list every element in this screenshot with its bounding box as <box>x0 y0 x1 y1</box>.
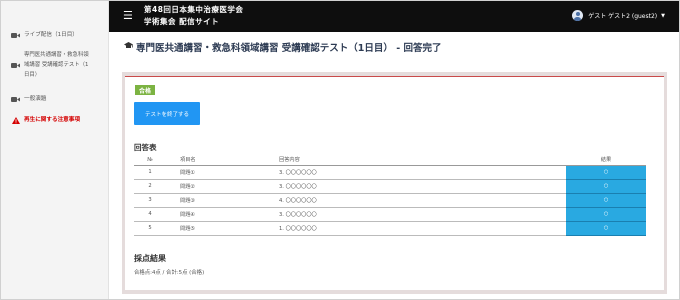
site-title-line: 学術集会 配信サイト <box>144 17 220 26</box>
row-number: 3 <box>134 193 166 208</box>
row-number: 1 <box>134 165 166 180</box>
sidebar-item-label: 再生に関する注意事項 <box>24 117 80 123</box>
result-cell: ○ <box>566 221 646 236</box>
answers-table: № 項目名 回答内容 結果 1 問題① 3. 〇〇〇〇〇〇 ○ 2 問題② 3.… <box>134 155 646 236</box>
column-header: № <box>134 155 166 166</box>
score-title: 採点結果 <box>134 254 166 263</box>
result-cell: ○ <box>566 165 646 180</box>
table-row: 2 問題② 3. 〇〇〇〇〇〇 ○ <box>134 179 646 194</box>
video-camera-icon <box>11 31 20 40</box>
column-header: 回答内容 <box>246 155 566 166</box>
answer-content: 3. 〇〇〇〇〇〇 <box>246 207 566 222</box>
site-title-line: 第48回日本集中治療医学会 <box>144 5 244 14</box>
user-menu[interactable]: ゲスト ゲスト2 (guest2) ▼ <box>572 10 665 21</box>
question-name: 問題② <box>166 179 246 194</box>
sidebar-item-label: ライブ配信（1日目） <box>24 32 78 38</box>
user-name: ゲスト ゲスト2 (guest2) <box>588 13 658 20</box>
menu-icon[interactable]: ☰ <box>123 10 133 22</box>
row-number: 2 <box>134 179 166 194</box>
table-row: 4 問題④ 3. 〇〇〇〇〇〇 ○ <box>134 207 646 222</box>
score-text: 合格点:4点 / 合計:5点 (合格) <box>134 270 205 276</box>
video-camera-icon <box>11 61 20 70</box>
sidebar-item-live[interactable]: ライブ配信（1日目） <box>11 31 78 40</box>
video-camera-icon <box>11 95 20 104</box>
column-header: 項目名 <box>166 155 246 166</box>
sidebar-item-label: 一般演題 <box>24 96 47 102</box>
page-title: 専門医共通講習・救急科領域講習 受講確認テスト（1日目） - 回答完了 <box>124 40 441 54</box>
question-name: 問題⑤ <box>166 221 246 236</box>
result-cell: ○ <box>566 207 646 222</box>
page-title-text: 専門医共通講習・救急科領域講習 受講確認テスト（1日目） - 回答完了 <box>136 43 442 54</box>
result-card: 合格 テストを終了する 回答表 № 項目名 回答内容 結果 1 問題① 3. 〇… <box>125 76 664 290</box>
sidebar-item-label: 日目） <box>24 72 41 78</box>
finish-test-button[interactable]: テストを終了する <box>134 102 200 125</box>
pass-badge: 合格 <box>135 85 155 95</box>
site-title[interactable]: 第48回日本集中治療医学会 学術集会 配信サイト <box>144 4 243 28</box>
sidebar-item-course[interactable]: 専門医共通講習・救急科領 域講習 受講確認テスト（1 日目） <box>24 50 104 80</box>
row-number: 4 <box>134 207 166 222</box>
sidebar: ライブ配信（1日目） 専門医共通講習・救急科領 域講習 受講確認テスト（1 日目… <box>1 1 109 299</box>
question-name: 問題④ <box>166 207 246 222</box>
sidebar-item-caution[interactable]: 再生に関する注意事項 <box>11 116 80 125</box>
answer-content: 3. 〇〇〇〇〇〇 <box>246 165 566 180</box>
answer-content: 1. 〇〇〇〇〇〇 <box>246 221 566 236</box>
table-row: 3 問題③ 4. 〇〇〇〇〇〇 ○ <box>134 193 646 208</box>
table-row: 1 問題① 3. 〇〇〇〇〇〇 ○ <box>134 165 646 180</box>
sidebar-item-label: 域講習 受講確認テスト（1 <box>24 62 89 68</box>
graduation-cap-icon <box>124 42 133 52</box>
answer-content: 3. 〇〇〇〇〇〇 <box>246 179 566 194</box>
caret-down-icon: ▼ <box>661 12 665 19</box>
question-name: 問題③ <box>166 193 246 208</box>
column-header: 結果 <box>566 155 646 166</box>
user-avatar-icon <box>572 10 584 21</box>
warning-icon <box>11 116 20 125</box>
sidebar-item-general[interactable]: 一般演題 <box>11 95 46 104</box>
table-row: 5 問題⑤ 1. 〇〇〇〇〇〇 ○ <box>134 221 646 236</box>
sidebar-item-label: 専門医共通講習・救急科領 <box>24 52 89 58</box>
table-header-row: № 項目名 回答内容 結果 <box>134 155 646 166</box>
answers-title: 回答表 <box>134 143 157 152</box>
result-cell: ○ <box>566 179 646 194</box>
row-number: 5 <box>134 221 166 236</box>
top-navbar: ☰ 第48回日本集中治療医学会 学術集会 配信サイト ゲスト ゲスト2 (gue… <box>109 1 679 32</box>
question-name: 問題① <box>166 165 246 180</box>
result-cell: ○ <box>566 193 646 208</box>
answer-content: 4. 〇〇〇〇〇〇 <box>246 193 566 208</box>
sidebar-item-course-icon-row <box>11 51 24 70</box>
